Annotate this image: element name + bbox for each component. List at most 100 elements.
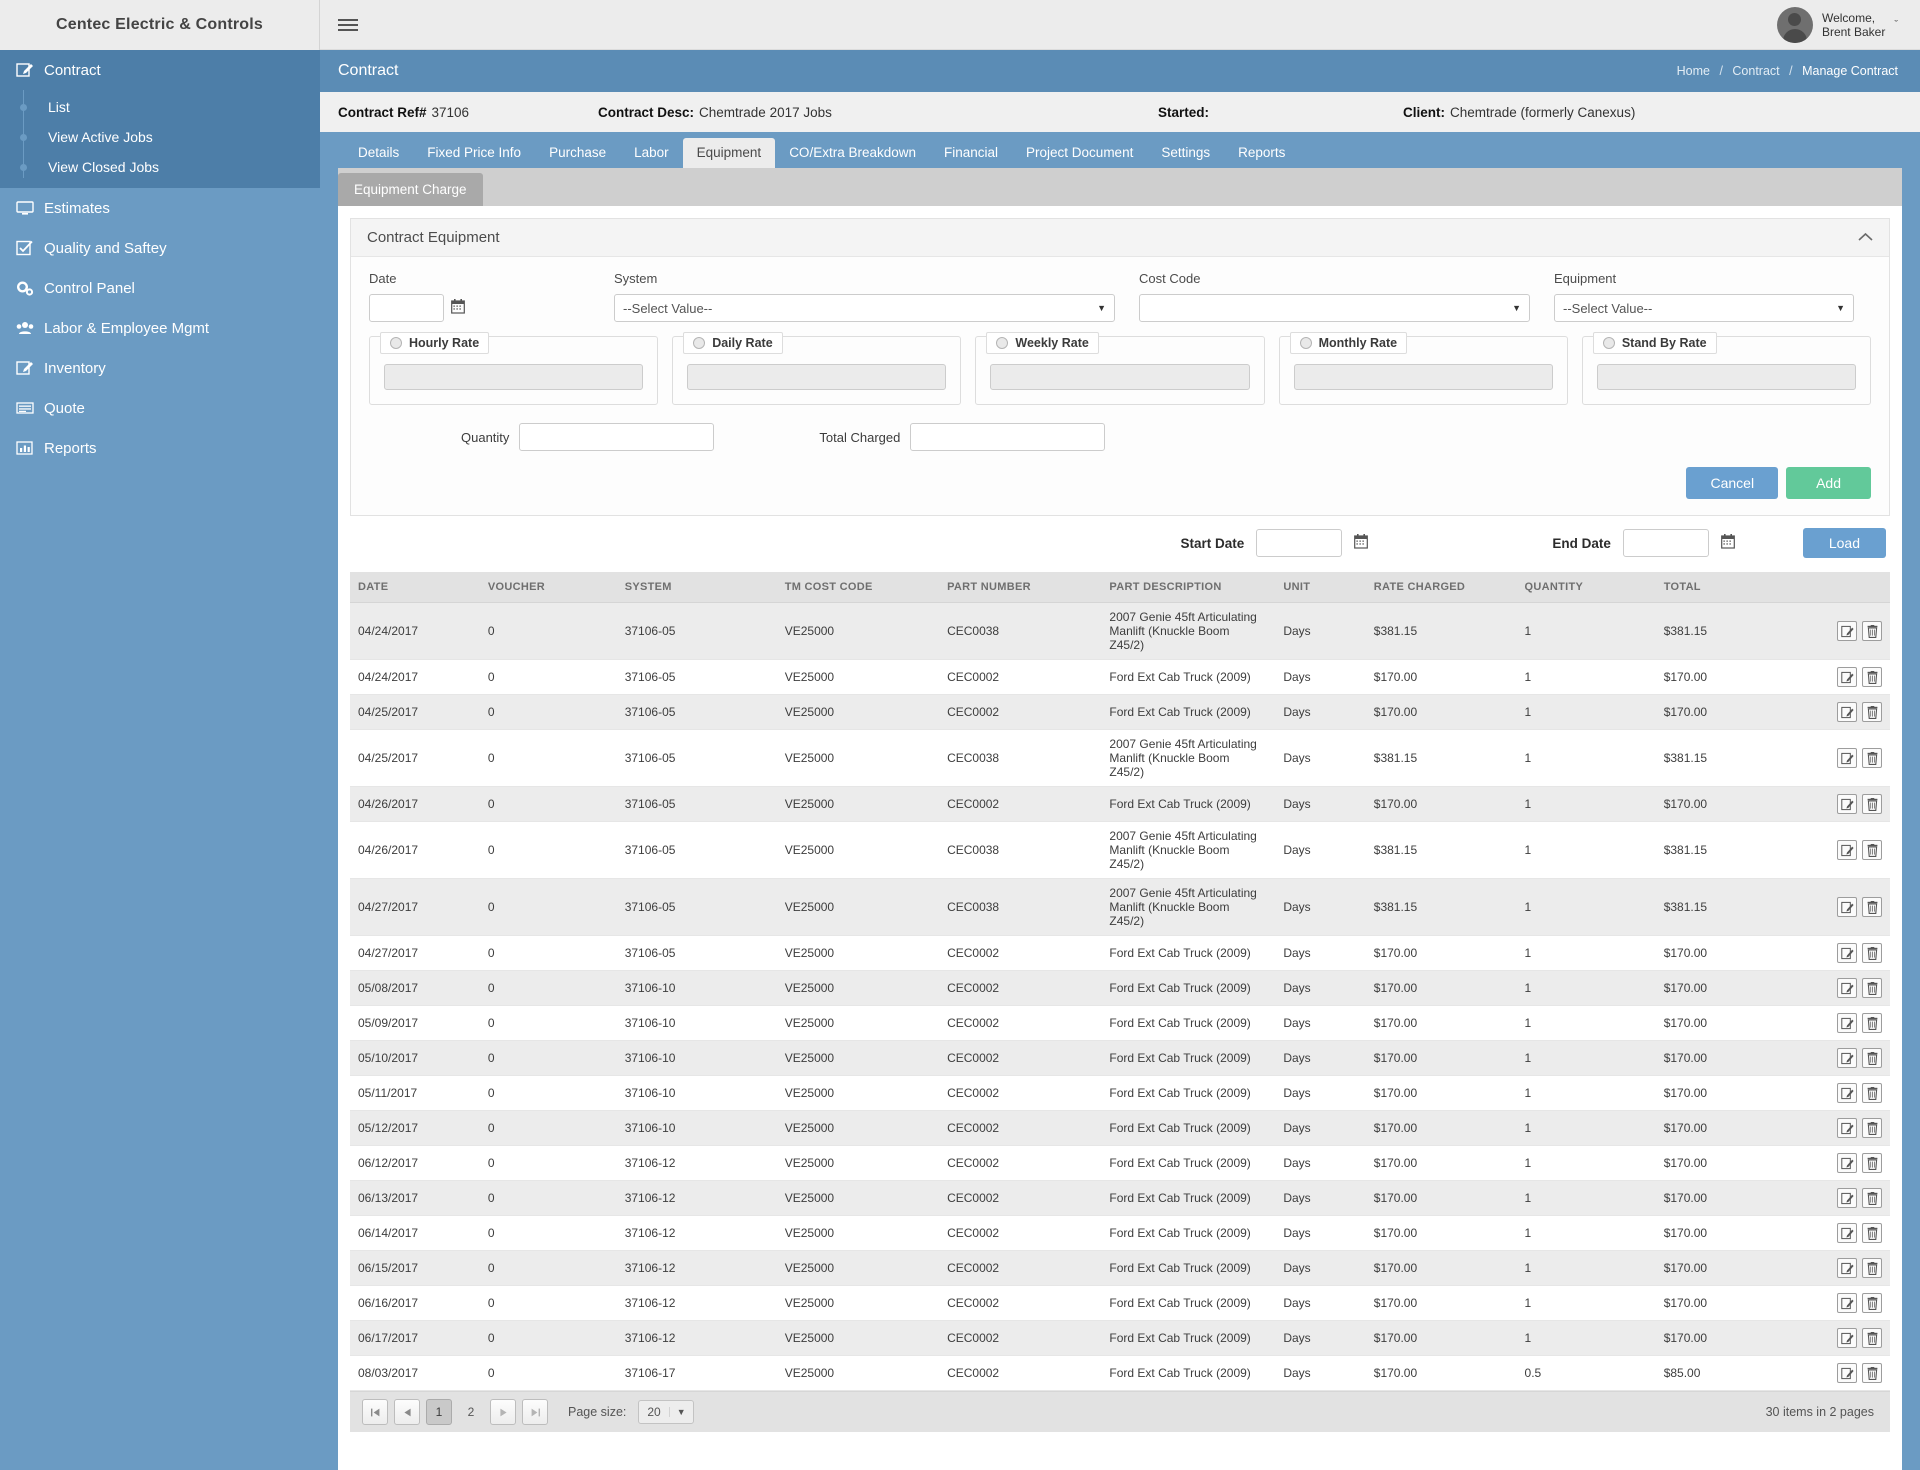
tab-equipment[interactable]: Equipment (682, 137, 776, 168)
edit-icon[interactable] (1837, 897, 1857, 917)
sidebar-item-labor-employee-mgmt[interactable]: Labor & Employee Mgmt (0, 308, 320, 348)
weekly-rate-input[interactable] (990, 364, 1250, 390)
sidebar-item-quote[interactable]: Quote (0, 388, 320, 428)
column-header-tm-cost-code[interactable]: TM COST CODE (776, 572, 940, 603)
trash-icon[interactable] (1862, 978, 1882, 998)
table-row[interactable]: 05/11/2017 0 37106-10 VE25000 CEC0002 Ford Ex… (350, 1075, 1890, 1111)
edit-icon[interactable] (1837, 1328, 1857, 1348)
trash-icon[interactable] (1862, 1188, 1882, 1208)
column-header-date[interactable]: DATE (350, 572, 480, 603)
column-header-system[interactable]: SYSTEM (616, 572, 777, 603)
trash-icon[interactable] (1862, 1328, 1882, 1348)
edit-icon[interactable] (1837, 1153, 1857, 1173)
chevron-up-icon[interactable] (1858, 229, 1873, 246)
edit-icon[interactable] (1837, 1188, 1857, 1208)
sidebar-item-quality-and-saftey[interactable]: Quality and Saftey (0, 228, 320, 268)
sidebar-item-estimates[interactable]: Estimates (0, 188, 320, 228)
edit-icon[interactable] (1837, 840, 1857, 860)
weekly-rate-legend[interactable]: Weekly Rate (986, 332, 1099, 354)
trash-icon[interactable] (1862, 1223, 1882, 1243)
table-row[interactable]: 05/08/2017 0 37106-10 VE25000 CEC0002 Ford Ex… (350, 970, 1890, 1006)
hamburger-icon[interactable] (338, 16, 358, 34)
tab-co-extra-breakdown[interactable]: CO/Extra Breakdown (775, 138, 930, 169)
table-row[interactable]: 04/24/2017 0 37106-05 VE25000 CEC0002 Ford Ex… (350, 659, 1890, 695)
table-row[interactable]: 06/13/2017 0 37106-12 VE25000 CEC0002 Ford Ex… (350, 1180, 1890, 1216)
tab-equipment-charge[interactable]: Equipment Charge (338, 172, 483, 206)
monthly-rate-radio[interactable] (1299, 337, 1312, 349)
edit-icon[interactable] (1837, 1048, 1857, 1068)
table-row[interactable]: 06/16/2017 0 37106-12 VE25000 CEC0002 Ford Ex… (350, 1285, 1890, 1321)
hourly-rate-input[interactable] (384, 364, 644, 390)
column-header-voucher[interactable]: VOUCHER (479, 572, 617, 603)
edit-icon[interactable] (1837, 1118, 1857, 1138)
calendar-icon[interactable] (1354, 534, 1369, 552)
page-button-1[interactable]: 1 (426, 1399, 452, 1425)
trash-icon[interactable] (1862, 1048, 1882, 1068)
user-menu[interactable]: Welcome, Brent Baker ˇ (1776, 6, 1898, 43)
trash-icon[interactable] (1862, 1258, 1882, 1278)
sidebar-item-view-active-jobs[interactable]: View Active Jobs (0, 122, 320, 152)
edit-icon[interactable] (1837, 794, 1857, 814)
tab-details[interactable]: Details (344, 138, 413, 169)
sidebar-item-inventory[interactable]: Inventory (0, 348, 320, 388)
sidebar-item-control-panel[interactable]: Control Panel (0, 268, 320, 308)
tab-financial[interactable]: Financial (930, 138, 1012, 169)
tab-fixed-price-info[interactable]: Fixed Price Info (413, 138, 535, 169)
add-button[interactable]: Add (1786, 467, 1871, 499)
trash-icon[interactable] (1862, 840, 1882, 860)
trash-icon[interactable] (1862, 621, 1882, 641)
column-header-part-number[interactable]: PART NUMBER (939, 572, 1102, 603)
trash-icon[interactable] (1862, 1363, 1882, 1383)
trash-icon[interactable] (1862, 794, 1882, 814)
table-row[interactable]: 04/26/2017 0 37106-05 VE25000 CEC0038 2007 Ge… (350, 821, 1890, 879)
calendar-icon[interactable] (451, 299, 465, 317)
trash-icon[interactable] (1862, 943, 1882, 963)
table-row[interactable]: 05/10/2017 0 37106-10 VE25000 CEC0002 Ford Ex… (350, 1040, 1890, 1076)
cancel-button[interactable]: Cancel (1686, 467, 1779, 499)
hourly-rate-legend[interactable]: Hourly Rate (380, 332, 490, 354)
table-row[interactable]: 04/27/2017 0 37106-05 VE25000 CEC0038 2007 Ge… (350, 878, 1890, 936)
stand-by-rate-input[interactable] (1596, 364, 1857, 390)
sidebar-item-reports[interactable]: Reports (0, 428, 320, 468)
daily-rate-legend[interactable]: Daily Rate (683, 332, 783, 354)
sidebar-item-view-closed-jobs[interactable]: View Closed Jobs (0, 152, 320, 182)
equipment-select[interactable]: --Select Value-- ▼ (1554, 294, 1854, 322)
edit-icon[interactable] (1837, 748, 1857, 768)
page-size-select[interactable]: 20 ▼ (638, 1400, 694, 1424)
table-row[interactable]: 08/03/2017 0 37106-17 VE25000 CEC0002 Ford Ex… (350, 1355, 1890, 1391)
edit-icon[interactable] (1837, 978, 1857, 998)
system-select[interactable]: --Select Value-- ▼ (614, 294, 1115, 322)
load-button[interactable]: Load (1802, 528, 1886, 558)
stand-by-rate-legend[interactable]: Stand By Rate (1592, 332, 1717, 354)
edit-icon[interactable] (1837, 667, 1857, 687)
cost-code-select[interactable]: ▼ (1139, 294, 1530, 322)
monthly-rate-legend[interactable]: Monthly Rate (1289, 332, 1408, 354)
table-row[interactable]: 06/14/2017 0 37106-12 VE25000 CEC0002 Ford Ex… (350, 1215, 1890, 1251)
edit-icon[interactable] (1837, 621, 1857, 641)
start-date-input[interactable] (1256, 529, 1343, 557)
daily-rate-input[interactable] (687, 364, 947, 390)
table-row[interactable]: 04/25/2017 0 37106-05 VE25000 CEC0002 Ford Ex… (350, 694, 1890, 730)
trash-icon[interactable] (1862, 702, 1882, 722)
trash-icon[interactable] (1862, 1083, 1882, 1103)
weekly-rate-radio[interactable] (996, 337, 1009, 349)
table-row[interactable]: 04/25/2017 0 37106-05 VE25000 CEC0038 2007 Ge… (350, 729, 1890, 787)
tab-project-document[interactable]: Project Document (1012, 138, 1147, 169)
column-header-unit[interactable]: UNIT (1275, 572, 1366, 603)
edit-icon[interactable] (1837, 702, 1857, 722)
edit-icon[interactable] (1837, 1223, 1857, 1243)
trash-icon[interactable] (1862, 748, 1882, 768)
edit-icon[interactable] (1837, 1258, 1857, 1278)
edit-icon[interactable] (1837, 1083, 1857, 1103)
previous-page-button[interactable] (394, 1399, 420, 1425)
breadcrumb-home[interactable]: Home (1677, 64, 1710, 78)
trash-icon[interactable] (1862, 1013, 1882, 1033)
chevron-down-icon[interactable]: ˇ (1894, 19, 1898, 31)
first-page-button[interactable] (362, 1399, 388, 1425)
calendar-icon[interactable] (1720, 534, 1735, 552)
date-input[interactable] (369, 294, 444, 322)
edit-icon[interactable] (1837, 1363, 1857, 1383)
table-row[interactable]: 06/17/2017 0 37106-12 VE25000 CEC0002 Ford Ex… (350, 1320, 1890, 1356)
tab-labor[interactable]: Labor (620, 138, 683, 169)
edit-icon[interactable] (1837, 1013, 1857, 1033)
